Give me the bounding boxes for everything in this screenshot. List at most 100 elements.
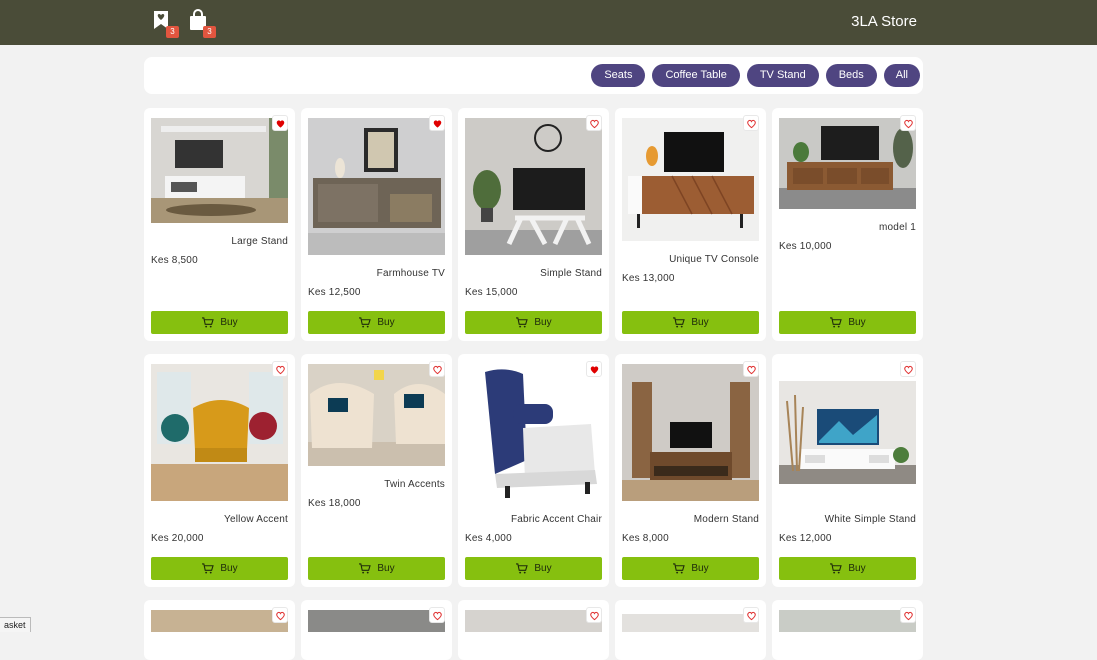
- product-card[interactable]: model 1 Kes 10,000 Buy: [772, 108, 923, 341]
- product-card[interactable]: Farmhouse TV Kes 12,500 Buy: [301, 108, 452, 341]
- favorite-toggle[interactable]: [272, 607, 288, 623]
- cart-icon: [358, 317, 371, 328]
- product-image[interactable]: [151, 118, 288, 223]
- product-image[interactable]: [465, 118, 602, 255]
- heart-outline-icon: [432, 364, 443, 375]
- cart-icon: [201, 317, 214, 328]
- product-card[interactable]: [615, 600, 766, 660]
- buy-label: Buy: [377, 563, 395, 574]
- heart-outline-icon: [589, 118, 600, 129]
- cart-icon: [201, 563, 214, 574]
- product-image[interactable]: [622, 118, 759, 241]
- product-card[interactable]: Modern Stand Kes 8,000 Buy: [615, 354, 766, 587]
- product-name: Simple Stand: [540, 268, 602, 279]
- filter-bar: Seats Coffee Table TV Stand Beds All: [144, 57, 923, 94]
- product-image[interactable]: [465, 610, 602, 632]
- favorite-toggle[interactable]: [900, 361, 916, 377]
- product-image[interactable]: [779, 118, 916, 209]
- product-image[interactable]: [308, 118, 445, 255]
- filter-tv-stand[interactable]: TV Stand: [746, 64, 819, 87]
- buy-label: Buy: [691, 563, 709, 574]
- product-price: Kes 20,000: [151, 533, 204, 544]
- filter-coffee-table[interactable]: Coffee Table: [652, 64, 740, 87]
- buy-label: Buy: [848, 563, 866, 574]
- status-bar-url: asket: [0, 617, 31, 632]
- filter-beds[interactable]: Beds: [825, 64, 877, 87]
- buy-button[interactable]: Buy: [622, 557, 759, 580]
- buy-button[interactable]: Buy: [151, 557, 288, 580]
- product-card[interactable]: [772, 600, 923, 660]
- buy-button[interactable]: Buy: [151, 311, 288, 334]
- product-name: Farmhouse TV: [376, 268, 445, 279]
- heart-filled-icon: [432, 118, 443, 129]
- heart-outline-icon: [589, 610, 600, 621]
- favorite-toggle[interactable]: [743, 361, 759, 377]
- filter-seats[interactable]: Seats: [591, 64, 646, 87]
- product-name: Unique TV Console: [669, 254, 759, 265]
- product-card[interactable]: [301, 600, 452, 660]
- product-name: Fabric Accent Chair: [510, 514, 602, 525]
- product-image[interactable]: [308, 364, 445, 466]
- heart-outline-icon: [746, 610, 757, 621]
- product-card[interactable]: Large Stand Kes 8,500 Buy: [144, 108, 295, 341]
- product-image[interactable]: [151, 364, 288, 501]
- favorite-toggle[interactable]: [743, 607, 759, 623]
- cart-icon: [829, 563, 842, 574]
- product-name: Yellow Accent: [224, 514, 288, 525]
- product-image[interactable]: [622, 364, 759, 501]
- product-price: Kes 12,500: [308, 287, 361, 298]
- product-price: Kes 13,000: [622, 273, 675, 284]
- buy-button[interactable]: Buy: [308, 557, 445, 580]
- cart-count-badge: 3: [203, 26, 216, 38]
- product-price: Kes 8,500: [151, 255, 198, 266]
- filter-all[interactable]: All: [883, 64, 920, 87]
- cart-icon: [672, 563, 685, 574]
- product-image[interactable]: [308, 610, 445, 632]
- product-image[interactable]: [151, 610, 288, 632]
- favorite-toggle[interactable]: [429, 115, 445, 131]
- wishlist-button[interactable]: 3: [151, 9, 179, 38]
- product-card[interactable]: [144, 600, 295, 660]
- favorite-toggle[interactable]: [900, 115, 916, 131]
- favorite-toggle[interactable]: [272, 115, 288, 131]
- buy-label: Buy: [534, 317, 552, 328]
- buy-button[interactable]: Buy: [465, 557, 602, 580]
- heart-filled-icon: [275, 118, 286, 129]
- product-name: model 1: [879, 222, 916, 233]
- product-card[interactable]: Twin Accents Kes 18,000 Buy: [301, 354, 452, 587]
- buy-button[interactable]: Buy: [779, 557, 916, 580]
- product-price: Kes 4,000: [465, 533, 512, 544]
- product-name: Modern Stand: [693, 514, 759, 525]
- product-card[interactable]: Simple Stand Kes 15,000 Buy: [458, 108, 609, 341]
- product-card[interactable]: Fabric Accent Chair Kes 4,000 Buy: [458, 354, 609, 587]
- product-card[interactable]: Unique TV Console Kes 13,000 Buy: [615, 108, 766, 341]
- product-name: White Simple Stand: [824, 514, 916, 525]
- product-card[interactable]: White Simple Stand Kes 12,000 Buy: [772, 354, 923, 587]
- favorite-toggle[interactable]: [586, 361, 602, 377]
- cart-button[interactable]: 3: [188, 9, 216, 38]
- favorite-toggle[interactable]: [272, 361, 288, 377]
- store-name[interactable]: 3LA Store: [851, 13, 917, 30]
- favorite-toggle[interactable]: [429, 361, 445, 377]
- buy-label: Buy: [848, 317, 866, 328]
- product-image[interactable]: [779, 381, 916, 484]
- favorite-toggle[interactable]: [743, 115, 759, 131]
- product-card[interactable]: [458, 600, 609, 660]
- product-image[interactable]: [779, 610, 916, 632]
- favorite-toggle[interactable]: [586, 115, 602, 131]
- favorite-toggle[interactable]: [586, 607, 602, 623]
- product-image[interactable]: [465, 364, 602, 501]
- wishlist-count-badge: 3: [166, 26, 179, 38]
- product-name: Twin Accents: [384, 479, 445, 490]
- product-card[interactable]: Yellow Accent Kes 20,000 Buy: [144, 354, 295, 587]
- favorite-toggle[interactable]: [429, 607, 445, 623]
- top-bar: 3 3 3LA Store: [0, 0, 1097, 45]
- buy-button[interactable]: Buy: [308, 311, 445, 334]
- favorite-toggle[interactable]: [900, 607, 916, 623]
- product-image[interactable]: [622, 614, 759, 632]
- heart-outline-icon: [903, 118, 914, 129]
- buy-label: Buy: [534, 563, 552, 574]
- buy-button[interactable]: Buy: [465, 311, 602, 334]
- buy-button[interactable]: Buy: [622, 311, 759, 334]
- buy-button[interactable]: Buy: [779, 311, 916, 334]
